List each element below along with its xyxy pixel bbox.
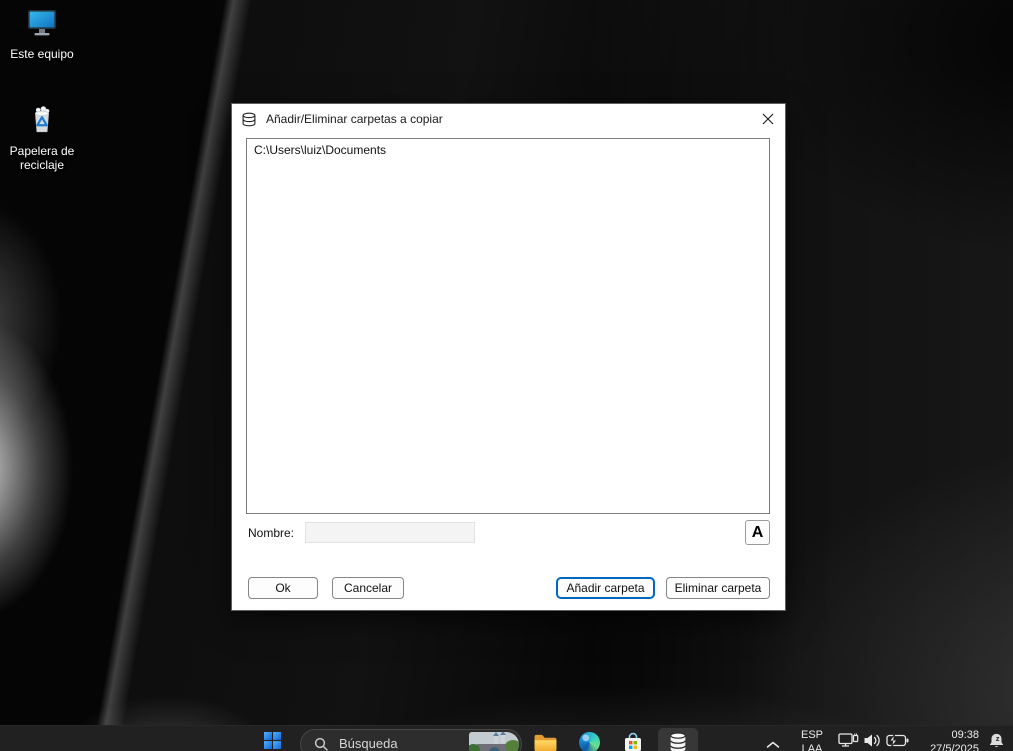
volume-icon[interactable] bbox=[863, 733, 882, 751]
keyboard-layout: LAA bbox=[796, 742, 828, 751]
notification-bell-dnd-icon[interactable]: z bbox=[987, 732, 1006, 751]
database-icon bbox=[667, 731, 689, 751]
ok-button[interactable]: Ok bbox=[248, 577, 318, 599]
language-code: ESP bbox=[796, 728, 828, 742]
search-placeholder: Búsqueda bbox=[339, 736, 398, 751]
recycle-bin-icon bbox=[0, 104, 84, 141]
network-icon[interactable] bbox=[838, 732, 859, 751]
dialog-add-remove-folders: Añadir/Eliminar carpetas a copiar C:\Use… bbox=[231, 103, 786, 611]
font-button-glyph: A bbox=[752, 525, 764, 541]
file-explorer-icon[interactable] bbox=[533, 733, 558, 751]
desktop: Este equipo Papelera de reciclaje bbox=[0, 0, 1013, 751]
desktop-icon-label: Este equipo bbox=[0, 47, 84, 61]
language-indicator[interactable]: ESP LAA bbox=[796, 728, 828, 751]
remove-folder-button[interactable]: Eliminar carpeta bbox=[666, 577, 770, 599]
desktop-icon-recycle-bin[interactable]: Papelera de reciclaje bbox=[0, 104, 84, 172]
close-icon[interactable] bbox=[756, 108, 780, 130]
font-button[interactable]: A bbox=[745, 520, 770, 545]
desktop-icon-label: Papelera de reciclaje bbox=[0, 144, 84, 172]
bing-daily-image[interactable] bbox=[469, 732, 519, 751]
windows-logo-icon bbox=[264, 732, 281, 749]
search-icon bbox=[314, 737, 329, 751]
dialog-buttons: Ok Cancelar Añadir carpeta Eliminar carp… bbox=[232, 577, 785, 601]
name-input[interactable] bbox=[305, 522, 475, 543]
desktop-icon-this-pc[interactable]: Este equipo bbox=[0, 8, 84, 61]
active-app-database[interactable] bbox=[658, 728, 698, 751]
database-icon bbox=[241, 112, 257, 127]
clock[interactable]: 09:38 27/5/2025 bbox=[930, 728, 979, 751]
microsoft-store-icon[interactable] bbox=[622, 732, 644, 751]
folder-list[interactable]: C:\Users\luiz\Documents bbox=[246, 138, 770, 514]
name-row: Nombre: A bbox=[232, 520, 785, 546]
cancel-button[interactable]: Cancelar bbox=[332, 577, 404, 599]
svg-text:z: z bbox=[996, 734, 1000, 743]
edge-browser-icon[interactable] bbox=[579, 732, 600, 751]
folder-list-item[interactable]: C:\Users\luiz\Documents bbox=[247, 139, 769, 159]
tray-date: 27/5/2025 bbox=[930, 742, 979, 751]
add-folder-button[interactable]: Añadir carpeta bbox=[556, 577, 655, 599]
start-button[interactable] bbox=[264, 732, 281, 751]
taskbar: Búsqueda bbox=[0, 725, 1013, 751]
tray-chevron-up-icon[interactable] bbox=[766, 736, 780, 751]
this-pc-icon bbox=[0, 8, 84, 44]
dialog-titlebar[interactable]: Añadir/Eliminar carpetas a copiar bbox=[232, 104, 785, 134]
battery-charging-icon[interactable] bbox=[886, 734, 909, 751]
dialog-title: Añadir/Eliminar carpetas a copiar bbox=[266, 112, 443, 126]
tray-time: 09:38 bbox=[930, 728, 979, 742]
name-label: Nombre: bbox=[248, 526, 294, 540]
search-box[interactable]: Búsqueda bbox=[300, 729, 522, 751]
